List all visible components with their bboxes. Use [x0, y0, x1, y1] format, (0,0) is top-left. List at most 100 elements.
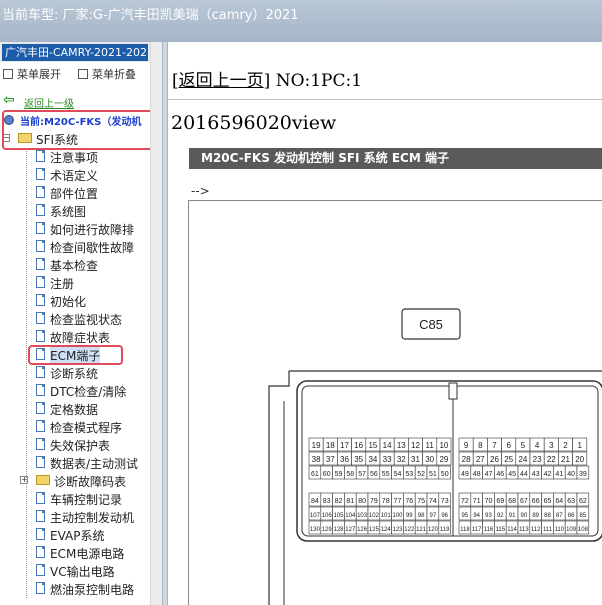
pin-number: 40 [567, 471, 575, 478]
sidebar-scrollbar[interactable] [150, 42, 162, 605]
pin-number: 19 [312, 441, 321, 450]
pin-number: 104 [345, 513, 356, 519]
tree-item-label: 初始化 [50, 295, 87, 309]
pin-number: 100 [392, 513, 403, 519]
pin-number: 79 [370, 498, 378, 505]
tree-item[interactable]: 注意事项 [0, 148, 150, 166]
pin-number: 76 [405, 498, 413, 505]
sidebar-tab-title[interactable]: 广汽丰田-CAMRY-2021-202 [2, 44, 148, 61]
pin-number: 66 [532, 498, 540, 505]
pin-number: 53 [405, 471, 413, 478]
tree-item[interactable]: 注册 [0, 274, 150, 292]
pin-number: 122 [404, 527, 415, 533]
pin-number: 60 [323, 471, 331, 478]
tree-item[interactable]: 初始化 [0, 292, 150, 310]
pin-number: 125 [369, 527, 380, 533]
pin-number: 81 [346, 498, 354, 505]
pin-number: 23 [533, 455, 542, 464]
connector-diagram: C85 19 18 17 16 15 14 13 12 11 10 38 37 36 35 34 33 32 31… [188, 200, 602, 605]
tree-item[interactable]: 数据表/主动测试 [0, 454, 150, 472]
tree-item[interactable]: 部件位置 [0, 184, 150, 202]
tree-item-label: 诊断系统 [50, 367, 99, 381]
tree-item[interactable]: 失效保护表 [0, 436, 150, 454]
connector-key [448, 382, 458, 400]
pin-number: 7 [492, 441, 497, 450]
tree-item[interactable]: DTC检查/清除 [0, 382, 150, 400]
tree-item[interactable]: 故障症状表 [0, 328, 150, 346]
pin-number: 42 [544, 471, 552, 478]
tree-item-label: ECM电源电路 [50, 547, 125, 561]
tree-item[interactable]: 车辆控制记录 [0, 490, 150, 508]
document-icon [36, 366, 45, 378]
pin-number: 36 [340, 455, 349, 464]
document-icon [36, 438, 45, 450]
tree-item-label: 返回上一级 [24, 99, 74, 110]
pin-number: 12 [411, 441, 420, 450]
tree-item[interactable]: 检查监视状态 [0, 310, 150, 328]
pin-number: 113 [519, 527, 529, 533]
tree-item[interactable]: 诊断系统 [0, 364, 150, 382]
pin-number: 120 [428, 527, 439, 533]
pin-grid: 19 18 17 16 15 14 13 12 11 1038 37 36 35 34 33 32 31 30 29… [308, 437, 590, 535]
tree-item[interactable]: 主动控制发动机 [0, 508, 150, 526]
pin-number: 28 [462, 455, 471, 464]
tree-item[interactable]: 基本检查 [0, 256, 150, 274]
pin-number: 45 [508, 471, 516, 478]
pin-number: 33 [383, 455, 392, 464]
pin-number: 27 [476, 455, 485, 464]
tree-item[interactable]: ECM电源电路 [0, 544, 150, 562]
document-icon [36, 492, 45, 504]
pin-number: 126 [357, 527, 368, 533]
window-title: 当前车型: 厂家:G-广汽丰田凯美瑞（camry）2021 [2, 8, 299, 23]
pin-number: 35 [354, 455, 363, 464]
pin-number: 55 [382, 471, 390, 478]
pin-number: 64 [555, 498, 563, 505]
tree-item[interactable]: 系统图 [0, 202, 150, 220]
document-icon [36, 294, 45, 306]
pin-number: 65 [544, 498, 552, 505]
tree-item[interactable]: 检查模式程序 [0, 418, 150, 436]
tree-item[interactable]: 检查间歇性故障 [0, 238, 150, 256]
tree-guide [26, 148, 27, 598]
pin-number: 54 [394, 471, 402, 478]
pin-number: 124 [381, 527, 392, 533]
pin-number: 15 [368, 441, 377, 450]
page-number: NO:1PC:1 [275, 71, 363, 91]
expand-menu-button[interactable]: 菜单展开 [3, 66, 61, 82]
tree-item[interactable]: 燃油泵控制电路 [0, 580, 150, 598]
tree-item-label: VC输出电路 [50, 565, 115, 579]
pin-number: 70 [485, 498, 493, 505]
pin-number: 16 [354, 441, 363, 450]
dtc-table-folder[interactable]: + 诊断故障码表 [0, 472, 150, 490]
pin-number: 52 [417, 471, 425, 478]
tree-item-label: 如何进行故障排 [50, 223, 135, 237]
pin-number: 62 [579, 498, 587, 505]
pin-number: 93 [485, 513, 492, 519]
tree-item[interactable]: EVAP系统 [0, 526, 150, 544]
tree-item-label: 部件位置 [50, 187, 99, 201]
document-icon [36, 528, 45, 540]
tree-item[interactable]: 如何进行故障排 [0, 220, 150, 238]
tree-item-label: 基本检查 [50, 259, 99, 273]
pin-number: 107 [310, 513, 321, 519]
tree-item-label: 故障症状表 [50, 331, 111, 345]
tree-item[interactable]: 定格数据 [0, 400, 150, 418]
pin-number: 26 [490, 455, 499, 464]
pin-number: 13 [397, 441, 406, 450]
pin-number: 24 [518, 455, 527, 464]
pin-number: 117 [472, 527, 482, 533]
tree-item[interactable]: 术语定义 [0, 166, 150, 184]
pin-number: 94 [473, 513, 480, 519]
collapse-menu-button[interactable]: 菜单折叠 [78, 66, 136, 82]
pin-number: 50 [441, 471, 449, 478]
pin-number: 22 [547, 455, 556, 464]
sidebar-tab-strip: 广汽丰田-CAMRY-2021-202 [0, 42, 162, 62]
back-page-link[interactable]: 返回上一页 [179, 71, 264, 91]
pin-number: 14 [383, 441, 392, 450]
tree-item[interactable]: VC输出电路 [0, 562, 150, 580]
pin-number: 58 [346, 471, 354, 478]
tree-item-label: 定格数据 [50, 403, 99, 417]
pin-number: 97 [430, 513, 437, 519]
pin-number: 80 [358, 498, 366, 505]
pin-number: 32 [397, 455, 406, 464]
